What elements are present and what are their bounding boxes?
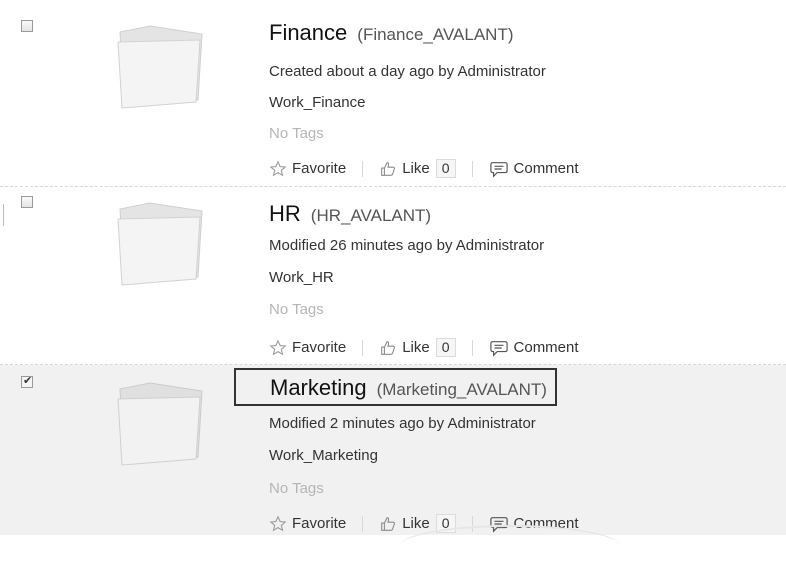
folder-name-link[interactable]: Marketing (270, 375, 367, 400)
comment-label: Comment (513, 160, 579, 177)
list-item: HR (HR_AVALANT) Modified 26 minutes ago b… (0, 187, 786, 365)
favorite-button[interactable]: Favorite (269, 514, 347, 533)
system-name: (HR_AVALANT) (310, 206, 432, 225)
like-count: 0 (435, 338, 456, 357)
like-button[interactable]: Like 0 (379, 338, 456, 357)
select-checkbox[interactable] (21, 196, 33, 208)
item-actions: Favorite Like 0 Comment (269, 159, 579, 178)
item-title: HR (HR_AVALANT) (269, 201, 431, 227)
favorite-label: Favorite (292, 515, 347, 532)
thumbs-up-icon (381, 516, 396, 531)
tags-label: No Tags (269, 125, 324, 142)
list-item-selected: ✔ Marketing (Marketing_AVALANT) Modified … (0, 365, 786, 535)
checkmark-icon: ✔ (23, 375, 33, 387)
action-divider (362, 160, 364, 177)
folder-icon[interactable] (110, 199, 210, 287)
tags-label: No Tags (269, 301, 324, 318)
thumbs-up-icon (381, 161, 396, 176)
folder-name-link[interactable]: HR (269, 201, 301, 226)
favorite-button[interactable]: Favorite (269, 159, 347, 178)
scroll-edge-marker (0, 204, 4, 226)
item-title: Finance (Finance_AVALANT) (269, 20, 514, 46)
favorite-button[interactable]: Favorite (269, 338, 347, 357)
decorative-arc (400, 525, 620, 567)
list-item: Finance (Finance_AVALANT) Created about a… (0, 0, 786, 187)
action-divider (362, 339, 364, 356)
comment-button[interactable]: Comment (489, 339, 579, 357)
speech-bubble-icon (489, 161, 508, 178)
like-button[interactable]: Like 0 (379, 159, 456, 178)
favorite-label: Favorite (292, 339, 347, 356)
modified-info: Created about a day ago by Administrator (269, 63, 546, 80)
like-label: Like (402, 160, 430, 177)
tags-label: No Tags (269, 480, 324, 497)
speech-bubble-icon (489, 340, 508, 357)
like-label: Like (402, 515, 430, 532)
comment-label: Comment (513, 339, 579, 356)
system-name: (Finance_AVALANT) (357, 25, 514, 44)
star-outline-icon (269, 514, 287, 531)
action-divider (471, 160, 473, 177)
favorite-label: Favorite (292, 160, 347, 177)
item-title-highlight: Marketing (Marketing_AVALANT) (234, 368, 557, 406)
star-outline-icon (269, 159, 287, 176)
space-name: Work_Marketing (269, 447, 378, 464)
folder-icon[interactable] (110, 379, 210, 467)
folder-icon[interactable] (110, 22, 210, 110)
select-checkbox[interactable] (21, 20, 33, 32)
folder-name-link[interactable]: Finance (269, 20, 347, 45)
system-name: (Marketing_AVALANT) (376, 380, 547, 399)
select-checkbox[interactable]: ✔ (21, 375, 33, 388)
action-divider (471, 339, 473, 356)
modified-info: Modified 26 minutes ago by Administrator (269, 237, 545, 254)
star-outline-icon (269, 338, 287, 355)
item-actions: Favorite Like 0 Comment (269, 338, 579, 357)
action-divider (362, 515, 364, 532)
modified-info: Modified 2 minutes ago by Administrator (269, 415, 536, 432)
space-name: Work_Finance (269, 94, 366, 111)
like-label: Like (402, 339, 430, 356)
comment-button[interactable]: Comment (489, 160, 579, 178)
thumbs-up-icon (381, 340, 396, 355)
like-count: 0 (435, 159, 456, 178)
space-name: Work_HR (269, 269, 334, 286)
